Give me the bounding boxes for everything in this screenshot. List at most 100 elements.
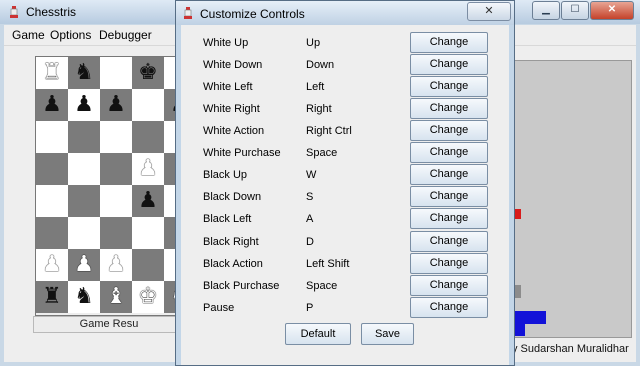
close-icon: ✕ bbox=[484, 5, 494, 17]
control-key-label: P bbox=[306, 302, 314, 314]
main-title: Chesstris bbox=[26, 5, 77, 19]
white-pawn-icon: ♟ bbox=[42, 252, 62, 277]
author-label: y Sudarshan Muralidhar bbox=[512, 343, 629, 355]
control-key-label: Down bbox=[306, 59, 335, 71]
board-square[interactable] bbox=[132, 217, 164, 249]
change-button[interactable]: Change bbox=[410, 54, 488, 75]
control-key-label: Left Shift bbox=[306, 258, 350, 270]
control-key-label: A bbox=[306, 213, 314, 225]
board-square[interactable] bbox=[100, 153, 132, 185]
dialog-app-icon bbox=[184, 7, 192, 19]
control-row: White Left Left Change bbox=[181, 76, 509, 98]
control-row: Black Right D Change bbox=[181, 231, 509, 253]
board-square[interactable]: ♟ bbox=[36, 249, 68, 281]
control-row: White Down Down Change bbox=[181, 54, 509, 76]
change-button[interactable]: Change bbox=[410, 98, 488, 119]
board-square[interactable] bbox=[36, 121, 68, 153]
board-square[interactable]: ♟ bbox=[132, 185, 164, 217]
black-knight-icon: ♞ bbox=[74, 60, 94, 85]
change-button[interactable]: Change bbox=[410, 297, 488, 318]
board-square[interactable] bbox=[132, 249, 164, 281]
red-block bbox=[515, 209, 521, 219]
board-square[interactable]: ♜ bbox=[36, 57, 68, 89]
control-key-label: D bbox=[306, 236, 314, 248]
control-row: White Purchase Space Change bbox=[181, 142, 509, 164]
black-pawn-icon: ♟ bbox=[138, 188, 158, 213]
white-pawn-icon: ♟ bbox=[106, 252, 126, 277]
dialog-close-button[interactable]: ✕ bbox=[467, 2, 511, 21]
menu-debugger[interactable]: Debugger bbox=[99, 28, 152, 42]
board-square[interactable]: ♜ bbox=[36, 281, 68, 313]
board-square[interactable]: ♟ bbox=[100, 89, 132, 121]
minimize-icon: ▁ bbox=[542, 4, 550, 15]
change-button[interactable]: Change bbox=[410, 231, 488, 252]
control-row: Black Action Left Shift Change bbox=[181, 253, 509, 275]
change-button[interactable]: Change bbox=[410, 208, 488, 229]
change-button[interactable]: Change bbox=[410, 186, 488, 207]
menu-options[interactable]: Options bbox=[50, 28, 91, 42]
board-square[interactable] bbox=[36, 217, 68, 249]
change-button[interactable]: Change bbox=[410, 32, 488, 53]
black-king-icon: ♚ bbox=[138, 60, 158, 85]
board-square[interactable] bbox=[36, 153, 68, 185]
board-square[interactable] bbox=[100, 217, 132, 249]
control-action-label: White Down bbox=[203, 59, 263, 71]
tetris-well bbox=[514, 60, 632, 338]
white-bishop-icon: ♝ bbox=[106, 284, 126, 309]
blue-block-left bbox=[515, 323, 525, 336]
board-square[interactable]: ♝ bbox=[100, 281, 132, 313]
dialog-title: Customize Controls bbox=[200, 7, 305, 21]
change-button[interactable]: Change bbox=[410, 275, 488, 296]
control-action-label: White Up bbox=[203, 37, 249, 49]
board-square[interactable] bbox=[68, 121, 100, 153]
board-square[interactable] bbox=[132, 121, 164, 153]
board-square[interactable] bbox=[100, 57, 132, 89]
control-action-label: Black Up bbox=[203, 169, 248, 181]
black-knight-icon: ♞ bbox=[74, 284, 94, 309]
change-button[interactable]: Change bbox=[410, 164, 488, 185]
board-square[interactable] bbox=[100, 121, 132, 153]
board-square[interactable] bbox=[100, 185, 132, 217]
board-square[interactable]: ♟ bbox=[100, 249, 132, 281]
main-window-buttons: ▁ ☐ ✕ bbox=[531, 1, 634, 20]
control-key-label: W bbox=[306, 169, 317, 181]
board-square[interactable]: ♟ bbox=[68, 89, 100, 121]
board-square[interactable] bbox=[132, 89, 164, 121]
control-key-label: Space bbox=[306, 147, 338, 159]
control-key-label: Right bbox=[306, 103, 332, 115]
save-button[interactable]: Save bbox=[361, 323, 414, 345]
board-square[interactable] bbox=[36, 185, 68, 217]
board-square[interactable]: ♟ bbox=[132, 153, 164, 185]
board-square[interactable]: ♞ bbox=[68, 57, 100, 89]
control-row: White Up Up Change bbox=[181, 32, 509, 54]
black-pawn-icon: ♟ bbox=[42, 92, 62, 117]
control-row: Black Up W Change bbox=[181, 164, 509, 186]
change-button[interactable]: Change bbox=[410, 120, 488, 141]
default-button[interactable]: Default bbox=[285, 323, 351, 345]
board-square[interactable]: ♞ bbox=[68, 281, 100, 313]
white-king-icon: ♚ bbox=[138, 284, 158, 309]
menu-game[interactable]: Game bbox=[12, 28, 45, 42]
board-square[interactable]: ♚ bbox=[132, 281, 164, 313]
change-button[interactable]: Change bbox=[410, 76, 488, 97]
control-action-label: Black Left bbox=[203, 213, 252, 225]
board-square[interactable] bbox=[68, 217, 100, 249]
control-key-label: Space bbox=[306, 280, 338, 292]
control-row: White Action Right Ctrl Change bbox=[181, 120, 509, 142]
control-action-label: Black Purchase bbox=[203, 280, 280, 292]
maximize-button[interactable]: ☐ bbox=[561, 1, 589, 20]
maximize-icon: ☐ bbox=[570, 4, 580, 15]
board-square[interactable] bbox=[68, 185, 100, 217]
board-square[interactable]: ♟ bbox=[36, 89, 68, 121]
board-square[interactable]: ♚ bbox=[132, 57, 164, 89]
minimize-button[interactable]: ▁ bbox=[532, 1, 560, 20]
board-square[interactable] bbox=[68, 153, 100, 185]
control-action-label: Black Down bbox=[203, 191, 262, 203]
customize-controls-dialog: Customize Controls ✕ White Up Up Change Whi… bbox=[175, 0, 515, 366]
change-button[interactable]: Change bbox=[410, 253, 488, 274]
control-row: Black Purchase Space Change bbox=[181, 275, 509, 297]
board-square[interactable]: ♟ bbox=[68, 249, 100, 281]
change-button[interactable]: Change bbox=[410, 142, 488, 163]
chess-board[interactable]: ♜♞♚♝♟♟♟♟♟♟♟♟♟♜♞♝♚♞ bbox=[35, 56, 197, 316]
close-button[interactable]: ✕ bbox=[590, 1, 634, 20]
